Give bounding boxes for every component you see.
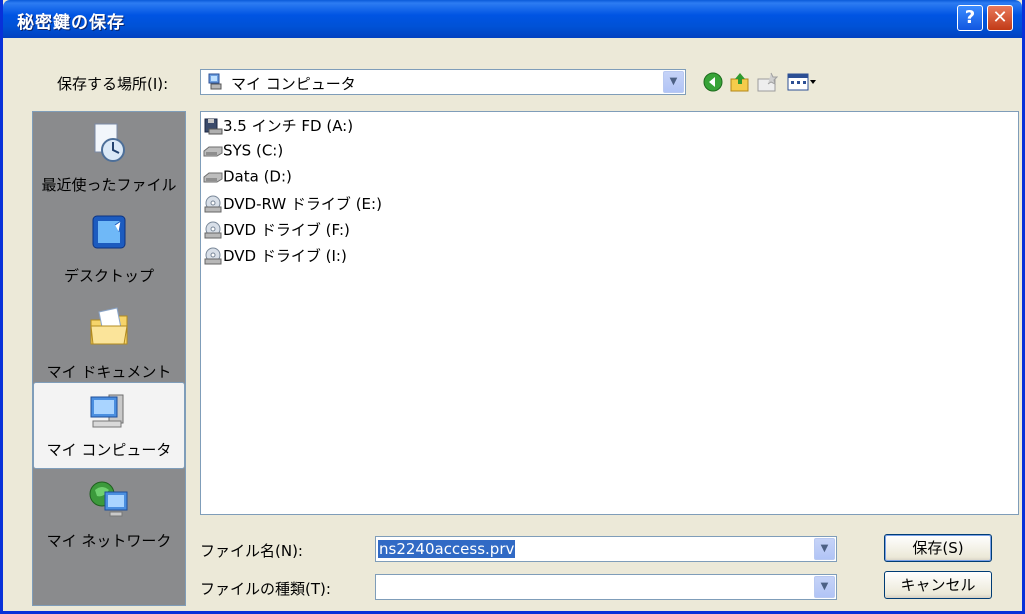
place-label: 最近使ったファイル [41, 176, 177, 194]
save-in-dropdown[interactable]: マイ コンピュータ ▼ [200, 69, 686, 95]
list-item[interactable]: DVD ドライブ (F:) [203, 219, 350, 243]
help-button[interactable]: ? [957, 5, 983, 31]
place-label: マイ コンピュータ [46, 441, 172, 459]
list-item-label: DVD ドライブ (F:) [223, 221, 350, 239]
close-button[interactable]: ✕ [987, 5, 1013, 31]
place-desktop[interactable]: デスクトップ [33, 208, 185, 300]
place-label: デスクトップ [63, 267, 154, 285]
filetype-label: ファイルの種類(T): [200, 580, 331, 598]
dvd-drive-icon [204, 247, 222, 264]
save-button[interactable]: 保存(S) [884, 534, 992, 562]
filename-input[interactable]: ns2240access.prv ▼ [375, 536, 837, 562]
list-item-label: DVD-RW ドライブ (E:) [223, 195, 382, 213]
chevron-down-icon[interactable]: ▼ [814, 538, 835, 560]
filename-label: ファイル名(N): [200, 542, 303, 560]
chevron-down-icon[interactable]: ▼ [663, 71, 684, 93]
list-item[interactable]: DVD-RW ドライブ (E:) [203, 193, 382, 217]
views-menu-icon[interactable] [787, 71, 817, 93]
save-in-value: マイ コンピュータ [231, 75, 356, 93]
place-my-computer[interactable]: マイ コンピュータ [33, 382, 185, 469]
floppy-drive-icon [204, 118, 223, 134]
hard-drive-icon [203, 146, 223, 156]
recent-files-icon [94, 123, 125, 162]
list-item[interactable]: DVD ドライブ (I:) [203, 245, 347, 269]
list-item[interactable]: Data (D:) [203, 167, 292, 191]
filename-value: ns2240access.prv [378, 540, 516, 558]
list-item-label: 3.5 インチ FD (A:) [223, 117, 354, 135]
dvd-drive-icon [204, 221, 222, 238]
desktop-icon [92, 215, 126, 249]
my-computer-icon [90, 394, 124, 428]
place-my-network[interactable]: マイ ネットワーク [33, 474, 185, 566]
title-bar[interactable]: 秘密鍵の保存 ? ✕ [3, 0, 1022, 38]
save-in-label: 保存する場所(I): [57, 75, 169, 93]
my-network-icon [89, 481, 128, 517]
up-folder-icon[interactable] [729, 71, 751, 93]
list-item-label: DVD ドライブ (I:) [223, 247, 347, 265]
save-private-key-dialog: 秘密鍵の保存 ? ✕ 保存する場所(I): マイ コンピュータ ▼ 最近使ったフ… [0, 0, 1025, 614]
my-documents-icon [90, 307, 128, 345]
file-list[interactable]: 3.5 インチ FD (A:) SYS (C:) Data (D:) DVD-R… [200, 111, 1019, 515]
list-item[interactable]: SYS (C:) [203, 141, 283, 165]
list-item[interactable]: 3.5 インチ FD (A:) [203, 115, 353, 139]
chevron-down-icon[interactable]: ▼ [814, 576, 835, 598]
list-item-label: SYS (C:) [223, 141, 284, 160]
places-bar: 最近使ったファイル デスクトップ マイ ドキュメント マイ コンピュータ マイ … [32, 111, 186, 606]
back-arrow-icon[interactable] [702, 71, 724, 93]
cancel-button[interactable]: キャンセル [884, 571, 992, 599]
new-folder-icon[interactable] [756, 71, 778, 93]
place-label: マイ ネットワーク [46, 532, 172, 550]
list-item-label: Data (D:) [223, 167, 292, 186]
my-computer-small-icon [208, 73, 222, 90]
filetype-dropdown[interactable]: ▼ [375, 574, 837, 600]
place-recent[interactable]: 最近使ったファイル [33, 112, 185, 204]
hard-drive-icon [203, 172, 223, 182]
place-my-documents[interactable]: マイ ドキュメント [33, 304, 185, 384]
place-label: マイ ドキュメント [46, 363, 172, 381]
dvd-drive-icon [204, 195, 222, 212]
window-title: 秘密鍵の保存 [17, 13, 125, 33]
